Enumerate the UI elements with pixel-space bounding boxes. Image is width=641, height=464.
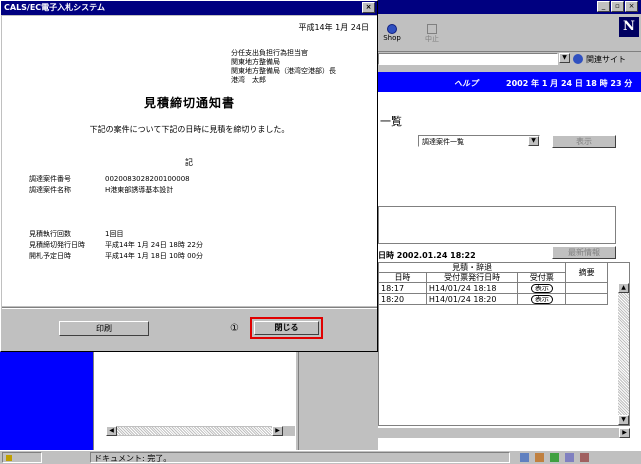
table-row: 18:20 H14/01/24 18:20 表示 [378,293,608,305]
results-table-wrap: 見積・辞退 摘要 日時 受付票発行日時 受付票 18:17 H14/01/24 … [377,262,630,426]
row-issued: H14/01/24 18:20 [425,293,519,305]
notice-date: 平成14年 1月 24日 [298,23,369,32]
stop-toolbar-button[interactable]: 中止 [418,24,446,44]
status-bar: ドキュメント: 完了。 [0,450,641,463]
maximize-button[interactable]: ▫ [611,1,624,12]
case-type-select[interactable]: 調達案件一覧 ▼ [418,135,540,147]
step-marker: ① [230,323,239,334]
minimize-button[interactable]: _ [597,1,610,12]
info-box [378,206,616,244]
field-row: 開札予定日時 平成14年 1月 18日 10時 00分 [29,252,203,260]
select-arrow[interactable]: ▼ [528,136,539,146]
scroll-down-arrow[interactable]: ▼ [618,415,629,425]
related-sites-icon[interactable] [573,54,583,64]
refresh-button[interactable]: 最新情報 [552,246,616,259]
addressee-block: 分任支出負担行為担当官 関東地方整備局 関東地方整備局（港湾空港部）長 港湾 太… [231,49,336,85]
row-time: 18:17 [378,282,427,294]
scroll-right-arrow[interactable]: ▶ [272,426,283,436]
scroll-up-arrow[interactable]: ▲ [618,283,629,293]
header-datetime: 2002 年 1 月 24 日 18 時 23 分 [506,79,633,88]
table-vscroll[interactable]: ▲ ▼ [618,283,629,425]
print-button[interactable]: 印刷 [59,321,149,336]
status-text-box: ドキュメント: 完了。 [90,452,510,463]
navigator-icon[interactable] [520,453,529,462]
lock-icon [6,455,12,461]
field-row: 見積執行回数 1回目 [29,230,124,238]
frame-divider[interactable] [295,352,299,450]
field-row: 調達案件番号 0020083028200100008 [29,175,190,183]
location-bar: ▼ 関連サイト [378,52,641,66]
middle-frame-hscroll[interactable]: ◀ ▶ [106,426,295,436]
related-sites-link[interactable]: 関連サイト [586,54,626,65]
edit-icon[interactable] [580,453,589,462]
dialog-title: CALS/EC電子入札システム [4,3,105,12]
addressee-line: 港湾 太郎 [231,76,266,84]
dialog-close-button[interactable]: × [362,2,375,13]
stop-icon [427,24,437,34]
display-button[interactable]: 表示 [552,135,616,148]
col1-header: 日時 [378,272,427,283]
notice-body-text: 下記の案件について下記の日時に見積を締切りました。 [89,125,290,134]
col2-header: 受付票発行日時 [425,272,519,283]
addressee-line: 関東地方整備局（港湾空港部）長 [231,67,336,75]
browser-toolbar: Shop 中止 N [378,14,641,52]
scroll-track[interactable] [117,427,272,435]
group-header: 見積・辞退 [377,262,567,273]
window-controls: _ ▫ × [597,1,638,12]
news-icon[interactable] [550,453,559,462]
fields-group-b: 見積執行回数 1回目 見積締切発行日時 平成14年 1月 24日 18時 22分… [29,229,203,262]
notice-dialog: CALS/EC電子入札システム × 平成14年 1月 24日 分任支出負担行為担… [0,0,378,352]
app-header: ヘルプ 2002 年 1 月 24 日 18 時 23 分 [378,72,641,92]
ki-marker: 記 [185,158,193,167]
scroll-left-arrow[interactable]: ◀ [106,426,117,436]
right-frame-hscroll[interactable]: ▶ [378,428,630,438]
location-dropdown-arrow[interactable]: ▼ [559,53,570,63]
row-issued: H14/01/24 18:18 [425,282,519,294]
scroll-track[interactable] [618,293,629,415]
list-timestamp: 日時 2002.01.24 18:22 [378,251,476,260]
status-text: ドキュメント: 完了。 [94,454,172,463]
help-link[interactable]: ヘルプ [454,78,478,89]
dialog-title-bar: CALS/EC電子入札システム × [1,1,377,15]
shop-icon [387,24,397,34]
security-indicator[interactable] [2,452,42,463]
field-row: 見積締切発行日時 平成14年 1月 24日 18時 22分 [29,241,203,249]
table-row: 18:17 H14/01/24 18:18 表示 [378,282,608,294]
app-left-panel [0,352,93,450]
shop-toolbar-button[interactable]: Shop [378,24,406,42]
scroll-right-arrow[interactable]: ▶ [619,428,630,438]
results-table: 見積・辞退 摘要 日時 受付票発行日時 受付票 18:17 H14/01/24 … [377,262,608,305]
dialog-separator [2,307,377,309]
addressee-line: 関東地方整備局 [231,58,280,66]
page-title: 一覧 [380,115,402,128]
field-row: 調達案件名称 H港東部誘導基本設計 [29,186,174,194]
show-receipt-button[interactable]: 表示 [530,284,553,293]
col4-header: 摘要 [565,262,608,283]
close-button[interactable]: 閉じる [254,321,319,335]
fields-group-a: 調達案件番号 0020083028200100008 調達案件名称 H港東部誘導… [29,174,190,196]
location-input[interactable] [378,53,558,65]
netscape-logo: N [619,17,639,37]
component-bar-icons [520,453,589,462]
show-receipt-button[interactable]: 表示 [530,295,553,304]
close-window-button[interactable]: × [625,1,638,12]
dialog-document: 平成14年 1月 24日 分任支出負担行為担当官 関東地方整備局 関東地方整備局… [2,16,377,306]
row-time: 18:20 [378,293,427,305]
mail-icon[interactable] [535,453,544,462]
composer-icon[interactable] [565,453,574,462]
addressee-line: 分任支出負担行為担当官 [231,49,308,57]
notice-heading: 見積締切通知書 [143,96,235,110]
col3-header: 受付票 [517,272,567,283]
